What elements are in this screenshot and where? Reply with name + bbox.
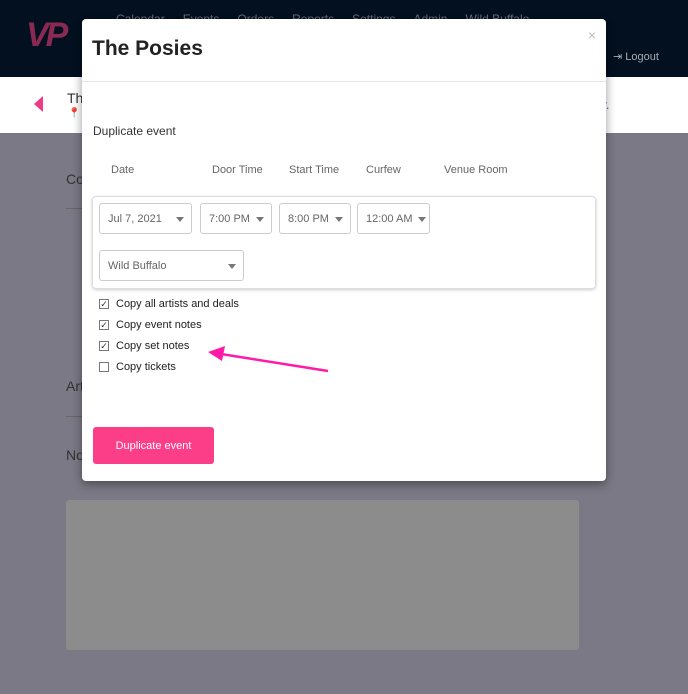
duplicate-event-button[interactable]: Duplicate event xyxy=(93,427,214,464)
checkbox-checked-icon: ✓ xyxy=(99,320,109,330)
annotation-arrow-icon xyxy=(208,346,329,373)
notes-area xyxy=(66,500,579,650)
date-value: Jul 7, 2021 xyxy=(108,213,162,225)
logout-link[interactable]: ⇥ Logout xyxy=(613,50,659,63)
curfew-value: 12:00 AM xyxy=(366,213,413,225)
divider xyxy=(82,81,606,82)
venue-room-value: Wild Buffalo xyxy=(108,260,167,272)
door-time-value: 7:00 PM xyxy=(209,213,250,225)
column-date: Date xyxy=(111,164,135,176)
back-arrow-icon[interactable] xyxy=(34,96,43,112)
copy-artists-checkbox[interactable]: ✓ Copy all artists and deals xyxy=(99,298,239,310)
close-icon[interactable]: × xyxy=(588,27,596,43)
checkbox-unchecked-icon xyxy=(99,362,109,372)
checkbox-checked-icon: ✓ xyxy=(99,299,109,309)
modal-subtitle: Duplicate event xyxy=(93,124,176,138)
column-start-time: Start Time xyxy=(289,164,340,176)
chevron-down-icon xyxy=(256,217,264,222)
checkbox-label: Copy set notes xyxy=(116,340,190,352)
checkbox-checked-icon: ✓ xyxy=(99,341,109,351)
start-time-value: 8:00 PM xyxy=(288,213,329,225)
checkbox-label: Copy tickets xyxy=(116,361,176,373)
date-select[interactable]: Jul 7, 2021 xyxy=(99,203,192,234)
logo: VP xyxy=(26,16,68,54)
chevron-down-icon xyxy=(176,217,184,222)
modal-title: The Posies xyxy=(92,37,203,60)
logout-label: Logout xyxy=(625,51,659,63)
copy-set-notes-checkbox[interactable]: ✓ Copy set notes xyxy=(99,340,189,352)
copy-event-notes-checkbox[interactable]: ✓ Copy event notes xyxy=(99,319,202,331)
chevron-down-icon xyxy=(228,264,236,269)
chevron-down-icon xyxy=(418,217,426,222)
duplicate-event-modal: The Posies × Duplicate event Date Door T… xyxy=(82,19,606,481)
door-time-select[interactable]: 7:00 PM xyxy=(200,203,272,234)
start-time-select[interactable]: 8:00 PM xyxy=(279,203,351,234)
event-title: Th xyxy=(67,90,84,106)
column-venue-room: Venue Room xyxy=(444,164,508,176)
location-pin-icon: 📍 xyxy=(68,108,81,119)
venue-room-select[interactable]: Wild Buffalo xyxy=(99,250,244,281)
curfew-select[interactable]: 12:00 AM xyxy=(357,203,430,234)
column-door-time: Door Time xyxy=(212,164,263,176)
column-curfew: Curfew xyxy=(366,164,401,176)
checkbox-label: Copy event notes xyxy=(116,319,202,331)
chevron-down-icon xyxy=(335,217,343,222)
checkbox-label: Copy all artists and deals xyxy=(116,298,239,310)
copy-tickets-checkbox[interactable]: Copy tickets xyxy=(99,361,176,373)
